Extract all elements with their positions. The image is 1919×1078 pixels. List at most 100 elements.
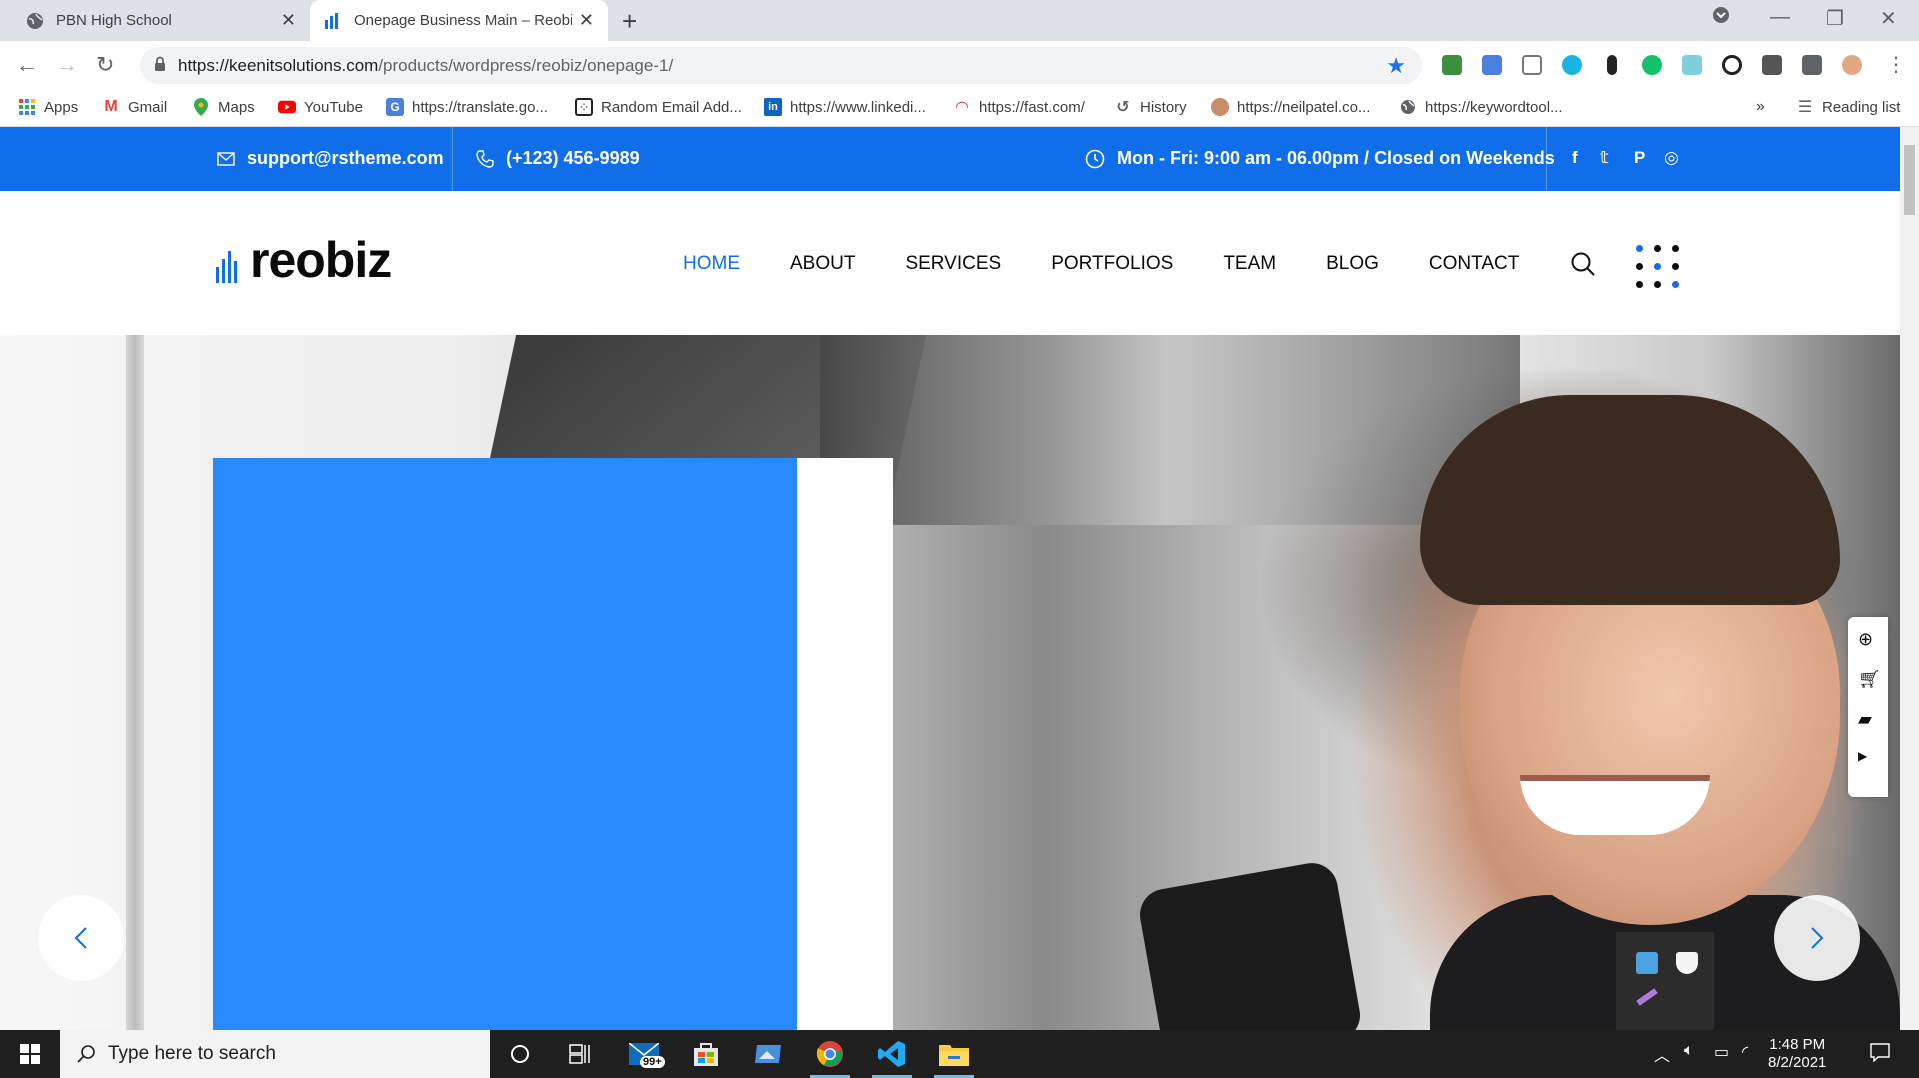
- store-bag-icon: [694, 1043, 718, 1066]
- bookmark-apps[interactable]: Apps: [18, 98, 78, 116]
- bookmarks-overflow[interactable]: »: [1756, 98, 1765, 116]
- clock-time: 1:48 PM: [1769, 1036, 1826, 1053]
- hero-background: [820, 335, 1520, 525]
- tab-search-icon[interactable]: [1712, 6, 1730, 30]
- bookmark-youtube[interactable]: YouTube: [278, 98, 363, 116]
- bookmark-random-email[interactable]: ⁘ Random Email Add...: [575, 98, 742, 116]
- menu-item-portfolios[interactable]: PORTFOLIOS: [1051, 253, 1173, 275]
- search-icon[interactable]: [1570, 251, 1596, 282]
- page-scrollbar[interactable]: [1900, 127, 1919, 1030]
- extension-frog-icon[interactable]: [1442, 55, 1462, 75]
- wifi-icon[interactable]: ◜: [1742, 1042, 1748, 1062]
- menu-item-team[interactable]: TEAM: [1223, 253, 1276, 275]
- cortana-button[interactable]: [504, 1038, 536, 1070]
- extension-blue-circle-icon[interactable]: [1562, 55, 1582, 75]
- app-photos[interactable]: [752, 1038, 784, 1070]
- menu-item-contact[interactable]: CONTACT: [1429, 253, 1519, 275]
- reload-icon[interactable]: ↻: [96, 52, 114, 78]
- url-path: /products/wordpress/reobiz/onepage-1/: [378, 56, 674, 75]
- close-tab-icon[interactable]: ✕: [579, 10, 594, 31]
- extensions-puzzle-icon[interactable]: [1802, 55, 1822, 75]
- bookmark-neilpatel[interactable]: https://neilpatel.co...: [1211, 98, 1370, 116]
- prev-slide-button[interactable]: [38, 895, 124, 981]
- facebook-link[interactable]: f: [1572, 148, 1578, 168]
- topbar-phone[interactable]: (+123) 456-9989: [476, 148, 640, 169]
- address-bar[interactable]: https://keenitsolutions.com/products/wor…: [140, 47, 1422, 84]
- reobiz-favicon-icon: [324, 12, 342, 30]
- pinterest-link[interactable]: P: [1634, 148, 1645, 168]
- extension-mail-icon[interactable]: [1522, 55, 1542, 75]
- extension-gem-icon[interactable]: [1682, 55, 1702, 75]
- twitter-link[interactable]: 𝕥: [1600, 148, 1609, 168]
- tab-strip: PBN High School ✕ Onepage Business Main …: [0, 0, 1919, 41]
- extension-pen-icon[interactable]: [1762, 55, 1782, 75]
- youtube-icon: [278, 98, 296, 116]
- bookmark-linkedin[interactable]: in https://www.linkedi...: [764, 98, 926, 116]
- file-explorer-app[interactable]: [938, 1038, 970, 1070]
- youtube-icon[interactable]: ▶: [1858, 749, 1867, 763]
- close-tab-icon[interactable]: ✕: [281, 10, 296, 31]
- extension-translate-icon[interactable]: [1482, 55, 1502, 75]
- main-menu: HOME ABOUT SERVICES PORTFOLIOS TEAM BLOG…: [683, 253, 1569, 275]
- reading-list-button[interactable]: ☰ Reading list: [1796, 98, 1901, 117]
- task-view-button[interactable]: [564, 1038, 596, 1070]
- bookmark-keywordtool[interactable]: https://keywordtool...: [1399, 98, 1563, 116]
- menu-item-blog[interactable]: BLOG: [1326, 253, 1379, 275]
- menu-item-about[interactable]: ABOUT: [790, 253, 855, 275]
- bookmark-translate[interactable]: G https://translate.go...: [386, 98, 548, 116]
- taskbar-search-box[interactable]: Type here to search: [60, 1030, 490, 1078]
- menu-item-services[interactable]: SERVICES: [905, 253, 1001, 275]
- tray-app-icon[interactable]: [1636, 952, 1658, 974]
- next-slide-button[interactable]: [1774, 895, 1860, 981]
- hero-blue-card: [213, 458, 797, 1030]
- pen-tool-icon[interactable]: [1636, 988, 1658, 1006]
- site-logo[interactable]: reobiz: [216, 235, 392, 285]
- security-shield-icon[interactable]: [1676, 952, 1698, 974]
- tab-onepage-business[interactable]: Onepage Business Main – Reobiz ✕: [310, 0, 608, 41]
- store-app[interactable]: [690, 1038, 722, 1070]
- restore-icon[interactable]: ❐: [1826, 6, 1844, 31]
- bookmark-label: History: [1140, 98, 1187, 116]
- globe-icon: [26, 12, 44, 30]
- bookmark-star-icon[interactable]: ★: [1386, 53, 1406, 79]
- hero-person-smile: [1520, 775, 1710, 835]
- vscode-app[interactable]: [876, 1038, 908, 1070]
- extension-ring-icon[interactable]: [1722, 55, 1742, 75]
- profile-avatar-icon[interactable]: [1842, 55, 1862, 75]
- bookmark-history[interactable]: ↺ History: [1114, 98, 1187, 117]
- forward-icon[interactable]: →: [56, 52, 78, 78]
- book-icon[interactable]: ▰: [1858, 709, 1872, 730]
- clock-date: 8/2/2021: [1768, 1054, 1827, 1071]
- volume-icon[interactable]: 🔈︎: [1684, 1042, 1694, 1060]
- tab-pbn-high-school[interactable]: PBN High School ✕: [10, 0, 310, 41]
- new-tab-icon[interactable]: +: [622, 6, 637, 37]
- bookmark-maps[interactable]: Maps: [192, 98, 255, 116]
- close-window-icon[interactable]: ✕: [1880, 6, 1897, 31]
- lock-icon[interactable]: [154, 56, 166, 77]
- offcanvas-menu-icon[interactable]: [1634, 243, 1682, 291]
- apps-grid-icon: [18, 98, 36, 116]
- task-view-icon: [569, 1044, 590, 1064]
- show-hidden-icons-chevron-icon[interactable]: ︿: [1654, 1042, 1670, 1066]
- scrollbar-thumb[interactable]: [1904, 145, 1915, 215]
- browser-menu-icon[interactable]: ⋮: [1886, 52, 1906, 77]
- support-lifebuoy-icon[interactable]: ⊕: [1858, 629, 1873, 650]
- grammarly-icon[interactable]: [1642, 55, 1662, 75]
- chrome-app[interactable]: [814, 1038, 846, 1070]
- bookmark-gmail[interactable]: M Gmail: [102, 98, 167, 116]
- instagram-link[interactable]: ◎: [1664, 148, 1679, 168]
- notifications-icon[interactable]: [1870, 1042, 1890, 1067]
- bookmark-fast[interactable]: ◠ https://fast.com/: [953, 98, 1085, 117]
- hero-background: [126, 335, 144, 1030]
- minimize-icon[interactable]: —: [1770, 6, 1790, 29]
- menu-item-home[interactable]: HOME: [683, 253, 740, 275]
- back-icon[interactable]: ←: [16, 52, 38, 78]
- extension-mouse-icon[interactable]: [1607, 55, 1617, 75]
- battery-icon[interactable]: ▭: [1714, 1042, 1729, 1062]
- start-button[interactable]: [0, 1030, 60, 1078]
- topbar-email[interactable]: support@rstheme.com: [217, 148, 444, 169]
- mail-app[interactable]: 99+: [628, 1038, 665, 1070]
- search-placeholder: Type here to search: [108, 1043, 276, 1064]
- cart-icon[interactable]: 🛒︎: [1858, 669, 1881, 690]
- taskbar-clock[interactable]: 1:48 PM 8/2/2021: [1768, 1036, 1826, 1072]
